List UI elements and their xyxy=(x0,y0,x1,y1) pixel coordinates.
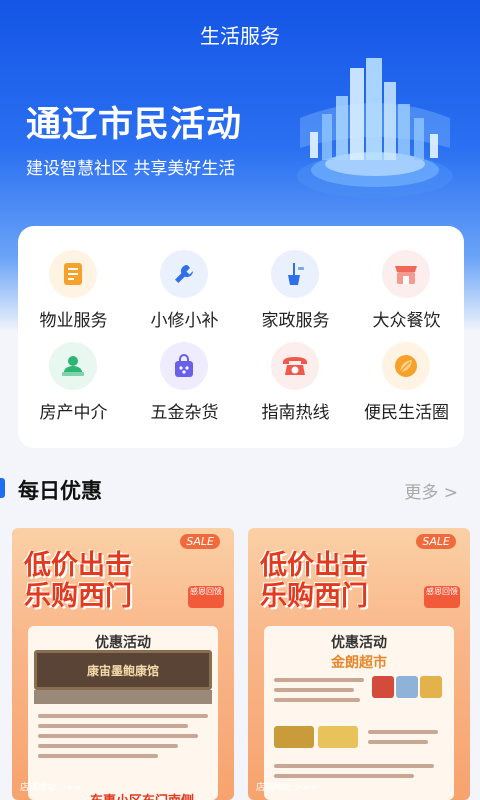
telephone-icon xyxy=(271,342,319,390)
product-photo xyxy=(274,726,314,748)
leaf-circle-icon xyxy=(382,342,430,390)
city-hologram-illustration xyxy=(297,58,453,198)
service-label: 指南热线 xyxy=(261,403,330,423)
promo-card-subheading: 金朗超市 xyxy=(331,655,387,671)
service-label: 家政服务 xyxy=(261,311,330,331)
notebook-icon xyxy=(49,250,97,298)
fine-print xyxy=(368,730,438,734)
section-title: 每日优惠 xyxy=(18,479,102,503)
wrench-icon xyxy=(160,250,208,298)
promo-title: 低价出击 乐购西门 xyxy=(260,550,368,612)
fine-print xyxy=(38,754,158,758)
service-item-dining[interactable]: 大众餐饮 xyxy=(351,250,462,346)
promo-card-heading: 优惠活动 xyxy=(331,635,387,651)
promo-title-line2: 乐购西门 xyxy=(24,581,132,612)
fine-print xyxy=(38,724,188,728)
fine-print xyxy=(38,714,208,718)
fine-print xyxy=(274,764,434,768)
promo-content-card: 优惠活动 金朗超市 xyxy=(264,626,454,800)
address-text: 东惠小区东门南侧 xyxy=(90,790,194,800)
shop-sign-photo: 康宙墨鲍康馆 xyxy=(34,650,212,690)
promo-card-heading: 优惠活动 xyxy=(95,635,151,651)
promo-title-line1: 低价出击 xyxy=(24,550,132,581)
shop-front-photo xyxy=(34,690,212,704)
page-title: 生活服务 xyxy=(200,24,280,48)
fine-print xyxy=(274,698,360,702)
product-photo xyxy=(420,676,442,698)
sale-badge: SALE xyxy=(416,534,456,549)
fine-print xyxy=(274,678,364,682)
service-item-repair[interactable]: 小修小补 xyxy=(129,250,240,346)
service-grid: 物业服务 小修小补 家政服务 大众餐饮 房产中介 五金杂货 指南热线 便民生活圈 xyxy=(18,226,464,448)
address-label: 店铺地址 >>> xyxy=(256,783,318,793)
service-label: 五金杂货 xyxy=(150,403,219,423)
promo-card[interactable]: SALE 低价出击 乐购西门 感恩回馈 优惠活动 康宙墨鲍康馆 店铺地址 >>>… xyxy=(12,528,234,800)
product-photo xyxy=(372,676,394,698)
service-label: 大众餐饮 xyxy=(372,311,441,331)
hero-subtitle: 建设智慧社区 共享美好生活 xyxy=(26,159,236,179)
service-item-life-circle[interactable]: 便民生活圈 xyxy=(351,342,462,438)
promo-title-line2: 乐购西门 xyxy=(260,581,368,612)
mop-bucket-icon xyxy=(271,250,319,298)
promo-tag: 感恩回馈 xyxy=(188,586,224,608)
daily-deals-header: 每日优惠 更多 > xyxy=(0,470,480,506)
service-item-hotline[interactable]: 指南热线 xyxy=(240,342,351,438)
service-label: 物业服务 xyxy=(39,311,108,331)
service-label: 小修小补 xyxy=(150,311,219,331)
shopping-bag-icon xyxy=(160,342,208,390)
sale-badge: SALE xyxy=(180,534,220,549)
fine-print xyxy=(274,774,414,778)
service-item-real-estate[interactable]: 房产中介 xyxy=(18,342,129,438)
promo-title-line1: 低价出击 xyxy=(260,550,368,581)
product-photo xyxy=(396,676,418,698)
service-item-housekeeping[interactable]: 家政服务 xyxy=(240,250,351,346)
service-label: 便民生活圈 xyxy=(364,403,449,423)
service-item-hardware[interactable]: 五金杂货 xyxy=(129,342,240,438)
fine-print xyxy=(368,740,428,744)
hero-title: 通辽市民活动 xyxy=(26,105,243,145)
service-item-property[interactable]: 物业服务 xyxy=(18,250,129,346)
section-accent-bar xyxy=(0,478,5,498)
product-photo xyxy=(318,726,358,748)
address-label: 店铺地址 >>> xyxy=(20,783,82,793)
promo-tag: 感恩回馈 xyxy=(424,586,460,608)
storefront-icon xyxy=(382,250,430,298)
more-link[interactable]: 更多 > xyxy=(404,478,458,503)
fine-print xyxy=(38,734,198,738)
agent-desk-icon xyxy=(49,342,97,390)
fine-print xyxy=(274,688,354,692)
promo-content-card: 优惠活动 康宙墨鲍康馆 xyxy=(28,626,218,800)
promo-title: 低价出击 乐购西门 xyxy=(24,550,132,612)
promo-card[interactable]: SALE 低价出击 乐购西门 感恩回馈 优惠活动 金朗超市 店铺地址 >>> xyxy=(248,528,470,800)
fine-print xyxy=(38,744,178,748)
service-label: 房产中介 xyxy=(39,403,108,423)
